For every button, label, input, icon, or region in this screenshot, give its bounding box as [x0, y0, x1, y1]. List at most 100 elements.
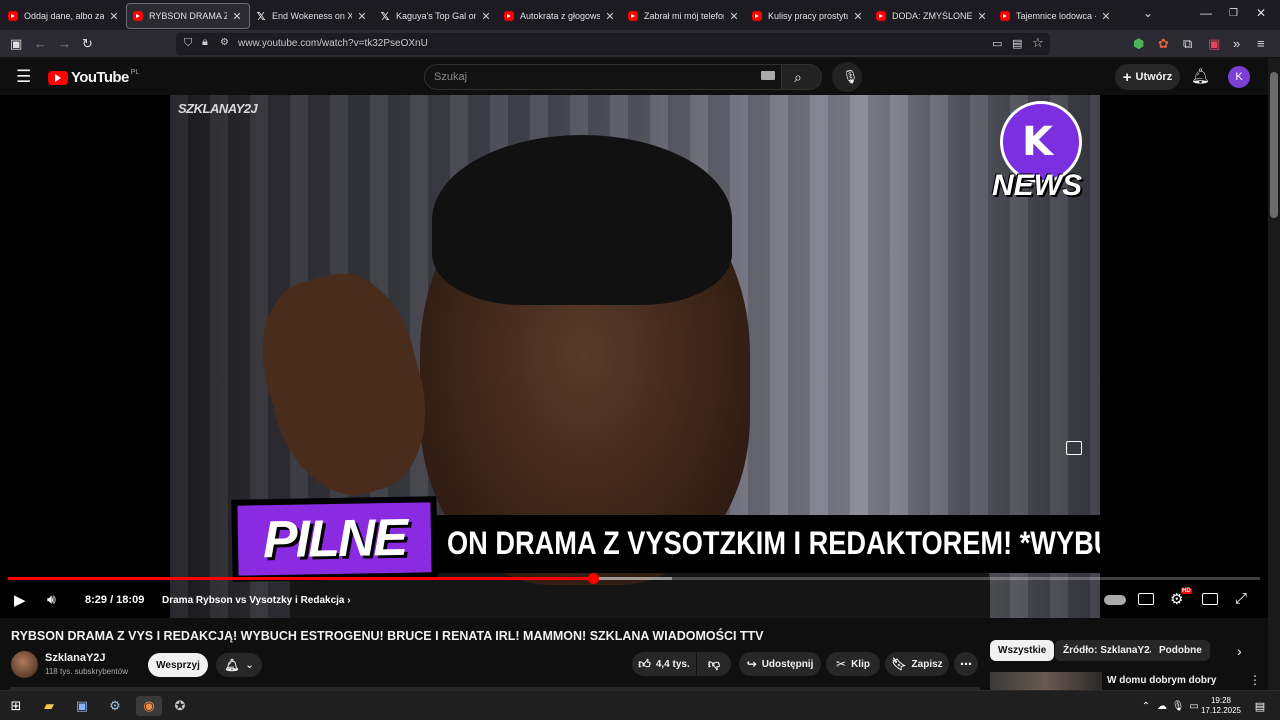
app-taskbar-icon[interactable]: ✪: [170, 696, 190, 716]
tab-list-dropdown-icon[interactable]: ⌄: [1143, 6, 1153, 20]
channel-avatar[interactable]: [11, 651, 38, 678]
reader-view-icon[interactable]: ▤: [1012, 37, 1022, 50]
tab-close-icon[interactable]: ✕: [480, 10, 492, 23]
tab-close-icon[interactable]: ✕: [728, 10, 740, 23]
page-scrollbar[interactable]: [1268, 58, 1280, 690]
recommendation-thumbnail[interactable]: [990, 672, 1102, 690]
guide-menu-icon[interactable]: ☰: [16, 67, 31, 87]
support-button[interactable]: Wesprzyj: [148, 653, 208, 677]
volume-icon[interactable]: 🔊︎: [47, 591, 56, 608]
filter-chip[interactable]: Źródło: SzklanaY2J: [1055, 640, 1164, 661]
tab-close-icon[interactable]: ✕: [231, 10, 243, 23]
filter-chip[interactable]: Wszystkie: [990, 640, 1055, 661]
microphone-icon: 🎙︎: [842, 69, 859, 84]
back-icon[interactable]: ←: [34, 36, 47, 51]
theater-mode-icon[interactable]: [1202, 593, 1218, 605]
video-player[interactable]: SZKLANAY2J K NEWS PILNE ON DRAMA Z VYSOT…: [0, 95, 1268, 618]
scrollbar-thumb[interactable]: [1270, 72, 1278, 218]
channel-name[interactable]: SzklanaY2J: [45, 652, 106, 664]
tab-close-icon[interactable]: ✕: [604, 10, 616, 23]
scrubber-handle[interactable]: [587, 573, 599, 584]
picture-in-picture-icon[interactable]: ▭: [992, 37, 1002, 50]
tab-title: RYBSON DRAMA Z VYS I: [149, 11, 227, 21]
clock-date: 17.12.2025: [1200, 706, 1242, 715]
browser-tab-4[interactable]: Autokrata z głogowskiej ✕: [498, 3, 622, 29]
taskbar-clock[interactable]: 19:28 17.12.2025: [1200, 696, 1242, 716]
play-icon[interactable]: ▶: [14, 591, 26, 609]
browser-tab-3[interactable]: 𝕏 Kaguya's Top Gal on ✕: [374, 3, 498, 29]
tab-close-icon[interactable]: ✕: [108, 10, 120, 23]
recommendation-title[interactable]: W domu dobrym dobry: [1107, 675, 1216, 686]
tab-close-icon[interactable]: ✕: [852, 10, 864, 23]
browser-tab-5[interactable]: Zabrał mi mój telefon w ✕: [622, 3, 746, 29]
vpn-extension-icon[interactable]: ⬢: [1133, 36, 1144, 52]
browser-tab-2[interactable]: 𝕏 End Wokeness on X: ✕: [250, 3, 374, 29]
minimize-icon[interactable]: —: [1200, 6, 1212, 20]
extension-icon[interactable]: ✿: [1158, 36, 1169, 52]
tab-close-icon[interactable]: ✕: [356, 10, 368, 23]
tab-close-icon[interactable]: ✕: [1100, 10, 1112, 23]
subscription-bell-button[interactable]: 🔔︎ ⌄: [216, 653, 262, 677]
firefox-icon[interactable]: ◉: [136, 696, 162, 716]
more-horizontal-icon: ⋯: [960, 657, 972, 671]
shield-icon[interactable]: ⛉: [184, 37, 192, 50]
video-figure-hair: [432, 135, 732, 305]
lock-icon[interactable]: 🔒︎: [202, 36, 208, 49]
account-avatar[interactable]: K: [1228, 66, 1250, 88]
urgent-banner: PILNE: [231, 496, 438, 582]
autoplay-toggle[interactable]: [1104, 595, 1126, 605]
bookmark-star-icon[interactable]: ☆: [1032, 35, 1044, 51]
reload-icon[interactable]: ↻: [82, 36, 93, 52]
browser-tab-1[interactable]: RYBSON DRAMA Z VYS I ✕: [126, 3, 250, 29]
notification-center-icon[interactable]: ▤: [1250, 696, 1270, 716]
steam-icon[interactable]: ⚙: [105, 696, 125, 716]
youtube-icon: [876, 11, 886, 21]
browser-tab-0[interactable]: Oddaj dane, albo zabierz ✕: [2, 3, 126, 29]
share-button[interactable]: ↪ Udostępnij: [739, 652, 821, 676]
more-actions-button[interactable]: ⋯: [954, 652, 978, 676]
extensions-puzzle-icon[interactable]: ⧉: [1183, 36, 1192, 52]
chips-next-chevron-icon[interactable]: ›: [1237, 643, 1242, 659]
save-label: Zapisz: [911, 658, 943, 670]
overflow-chevrons-icon[interactable]: »: [1233, 36, 1240, 51]
create-button[interactable]: + Utwórz: [1115, 64, 1180, 90]
sidebar-toggle-icon[interactable]: ▣: [10, 36, 22, 52]
search-input[interactable]: Szukaj: [424, 64, 782, 90]
app-window-icon[interactable]: ▣: [72, 696, 92, 716]
clip-button[interactable]: ✂ Klip: [826, 652, 880, 676]
url-bar[interactable]: ⛉ 🔒︎ ⚙ www.youtube.com/watch?v=tk32PseOX…: [176, 33, 1050, 55]
notifications-bell-icon[interactable]: 🔔︎: [1191, 67, 1210, 85]
forward-icon[interactable]: →: [58, 36, 71, 51]
filter-chip[interactable]: Podobne: [1151, 640, 1210, 661]
progress-bar[interactable]: [8, 573, 1260, 584]
chapter-title[interactable]: Drama Rybson vs Vysotzky i Redakcja ›: [162, 595, 351, 606]
search-button[interactable]: ⌕: [782, 64, 822, 90]
app-menu-icon[interactable]: ≡: [1257, 36, 1265, 51]
like-button[interactable]: 👍︎ 4,4 tys.: [632, 652, 696, 676]
bookmark-icon: 🔖︎: [891, 657, 907, 671]
window-close-icon[interactable]: ✕: [1256, 6, 1266, 20]
tab-close-icon[interactable]: ✕: [976, 10, 988, 23]
youtube-logo[interactable]: YouTube PL: [48, 69, 139, 86]
url-text[interactable]: www.youtube.com/watch?v=tk32PseOXnU: [238, 38, 428, 49]
voice-search-button[interactable]: 🎙︎: [832, 62, 862, 92]
subtitles-icon[interactable]: [1138, 593, 1154, 605]
browser-tab-7[interactable]: DODA: ZMYŚLONE ŻYCIE ✕: [870, 3, 994, 29]
windows-taskbar: ⊞ ▰ ▣ ⚙ ◉ ✪ ⌃ ☁ 🎙︎ ▭ 19:28 17.12.2025 ▤: [0, 690, 1280, 720]
maximize-icon[interactable]: ❐: [1229, 8, 1238, 19]
keyboard-icon[interactable]: [761, 71, 775, 80]
youtube-icon: [133, 11, 143, 21]
file-explorer-icon[interactable]: ▰: [39, 696, 59, 716]
miniplayer-icon[interactable]: [1066, 441, 1082, 455]
browser-tab-8[interactable]: Tajemnice lodowca - You ✕: [994, 3, 1118, 29]
video-frame[interactable]: SZKLANAY2J K NEWS PILNE ON DRAMA Z VYSOT…: [170, 95, 1100, 618]
save-button[interactable]: 🔖︎ Zapisz: [885, 652, 949, 676]
windows-start-icon[interactable]: ⊞: [6, 696, 26, 716]
recommendation-more-icon[interactable]: ⋮: [1249, 673, 1261, 687]
fullscreen-icon[interactable]: ⤢: [1235, 590, 1247, 607]
permissions-icon[interactable]: ⚙: [220, 37, 229, 48]
browser-tab-6[interactable]: Kulisy pracy prostytutki. ✕: [746, 3, 870, 29]
dislike-button[interactable]: 👎︎: [697, 652, 731, 676]
adblock-extension-icon[interactable]: ▣: [1208, 36, 1220, 52]
tab-list: Oddaj dane, albo zabierz✕RYBSON DRAMA Z …: [2, 1, 1118, 29]
